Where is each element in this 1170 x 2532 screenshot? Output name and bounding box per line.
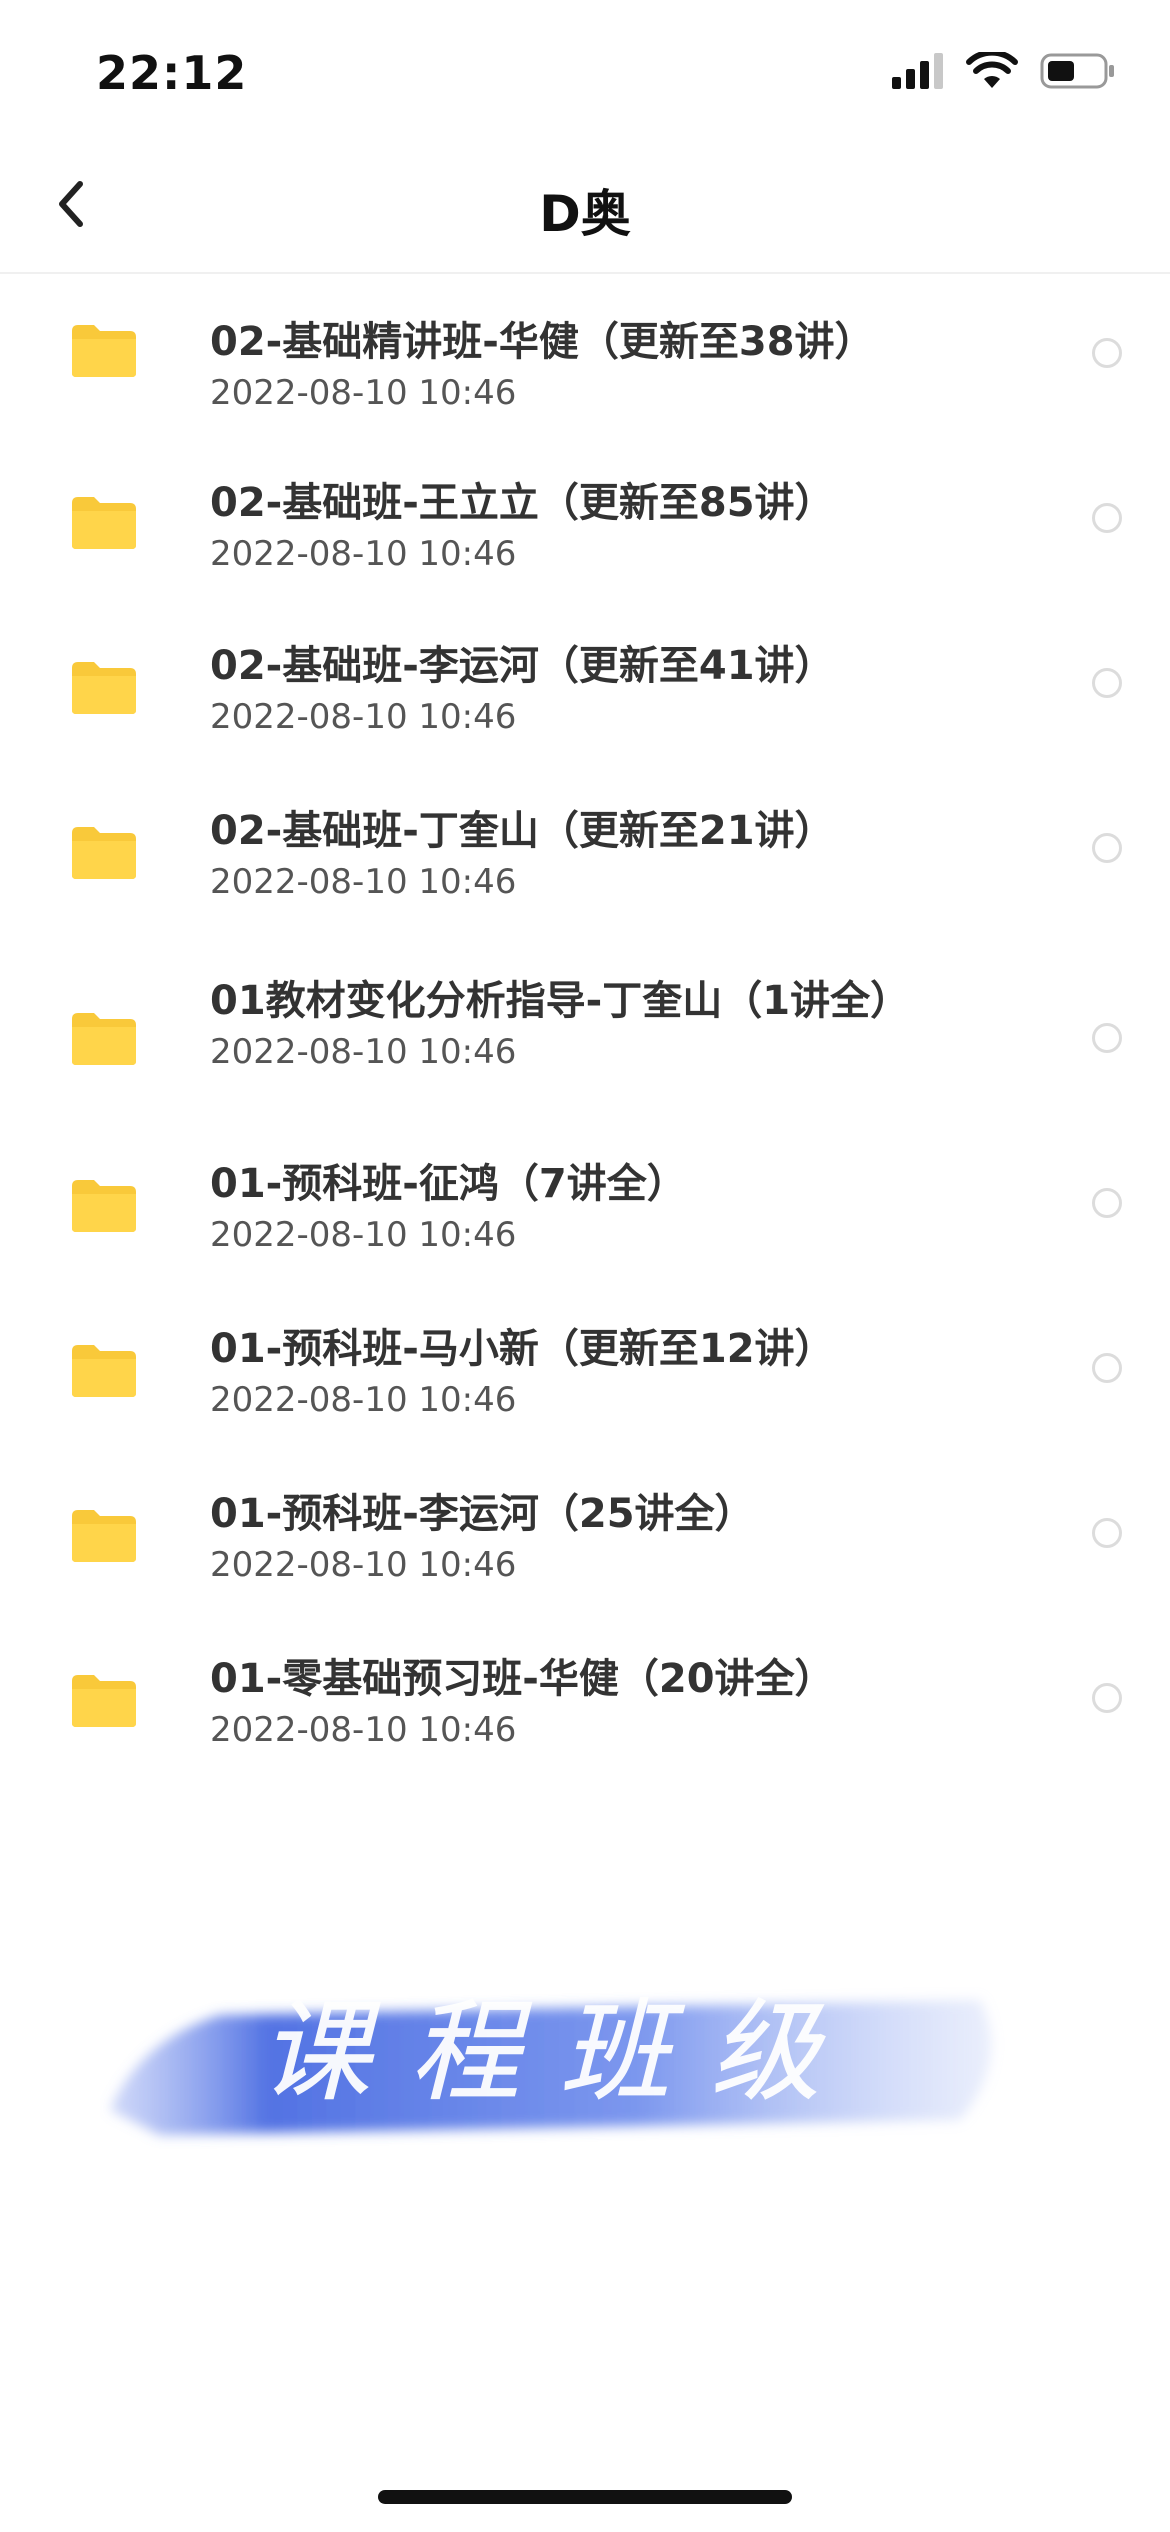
file-text: 01-零基础预习班-华健（20讲全） 2022-08-10 10:46: [210, 1653, 910, 1751]
status-icons: [892, 49, 1116, 94]
watermark: 课程班级: [100, 1960, 1020, 2160]
select-radio[interactable]: [1092, 1353, 1122, 1383]
wifi-icon: [966, 49, 1018, 94]
file-date: 2022-08-10 10:46: [210, 1710, 517, 1750]
folder-icon: [70, 1011, 138, 1067]
file-text: 02-基础精讲班-华健（更新至38讲） 2022-08-10 10:46: [210, 316, 910, 414]
select-radio[interactable]: [1092, 1188, 1122, 1218]
folder-icon: [70, 323, 138, 379]
list-item[interactable]: 02-基础精讲班-华健（更新至38讲） 2022-08-10 10:46: [0, 278, 1170, 453]
folder-icon: [70, 1343, 138, 1399]
file-text: 01-预科班-征鸿（7讲全） 2022-08-10 10:46: [210, 1158, 910, 1256]
file-name: 02-基础精讲班-华健（更新至38讲）: [210, 319, 875, 365]
file-date: 2022-08-10 10:46: [210, 1032, 517, 1072]
folder-icon: [70, 1178, 138, 1234]
folder-icon: [70, 825, 138, 881]
file-date: 2022-08-10 10:46: [210, 862, 517, 902]
select-radio[interactable]: [1092, 1023, 1122, 1053]
select-radio[interactable]: [1092, 833, 1122, 863]
nav-bar: D奥: [0, 140, 1170, 274]
status-time: 22:12: [96, 46, 248, 100]
select-radio[interactable]: [1092, 668, 1122, 698]
select-radio[interactable]: [1092, 1683, 1122, 1713]
select-radio[interactable]: [1092, 503, 1122, 533]
file-list: 02-基础精讲班-华健（更新至38讲） 2022-08-10 10:46 02-…: [0, 278, 1170, 1808]
watermark-text: 课程班级: [260, 1988, 860, 2116]
list-item[interactable]: 02-基础班-丁奎山（更新至21讲） 2022-08-10 10:46: [0, 783, 1170, 953]
file-name: 01教材变化分析指导-丁奎山（1讲全）: [210, 978, 911, 1024]
file-date: 2022-08-10 10:46: [210, 1545, 517, 1585]
folder-icon: [70, 660, 138, 716]
file-text: 02-基础班-王立立（更新至85讲） 2022-08-10 10:46: [210, 477, 910, 575]
file-date: 2022-08-10 10:46: [210, 697, 517, 737]
select-radio[interactable]: [1092, 338, 1122, 368]
file-date: 2022-08-10 10:46: [210, 1380, 517, 1420]
battery-icon: [1040, 52, 1116, 94]
list-item[interactable]: 01-预科班-李运河（25讲全） 2022-08-10 10:46: [0, 1478, 1170, 1643]
file-text: 02-基础班-李运河（更新至41讲） 2022-08-10 10:46: [210, 640, 910, 738]
file-name: 01-预科班-马小新（更新至12讲）: [210, 1326, 835, 1372]
home-indicator[interactable]: [378, 2490, 792, 2504]
file-name: 02-基础班-李运河（更新至41讲）: [210, 643, 835, 689]
file-date: 2022-08-10 10:46: [210, 373, 517, 413]
page-title: D奥: [539, 185, 631, 243]
select-radio[interactable]: [1092, 1518, 1122, 1548]
file-name: 02-基础班-丁奎山（更新至21讲）: [210, 808, 835, 854]
status-bar: 22:12: [0, 0, 1170, 140]
file-name: 01-预科班-征鸿（7讲全）: [210, 1161, 687, 1207]
signal-icon: [892, 53, 944, 93]
list-item[interactable]: 01-预科班-征鸿（7讲全） 2022-08-10 10:46: [0, 1148, 1170, 1313]
file-text: 01教材变化分析指导-丁奎山（1讲全） 2022-08-10 10:46: [210, 975, 910, 1073]
list-item[interactable]: 01-零基础预习班-华健（20讲全） 2022-08-10 10:46: [0, 1643, 1170, 1808]
list-item[interactable]: 01教材变化分析指导-丁奎山（1讲全） 2022-08-10 10:46: [0, 953, 1170, 1148]
list-item[interactable]: 02-基础班-王立立（更新至85讲） 2022-08-10 10:46: [0, 453, 1170, 618]
file-name: 01-预科班-李运河（25讲全）: [210, 1491, 755, 1537]
list-item[interactable]: 02-基础班-李运河（更新至41讲） 2022-08-10 10:46: [0, 618, 1170, 783]
file-text: 02-基础班-丁奎山（更新至21讲） 2022-08-10 10:46: [210, 805, 910, 903]
file-name: 01-零基础预习班-华健（20讲全）: [210, 1656, 835, 1702]
file-name: 02-基础班-王立立（更新至85讲）: [210, 480, 835, 526]
folder-icon: [70, 1673, 138, 1729]
file-date: 2022-08-10 10:46: [210, 1215, 517, 1255]
list-item[interactable]: 01-预科班-马小新（更新至12讲） 2022-08-10 10:46: [0, 1313, 1170, 1478]
file-text: 01-预科班-李运河（25讲全） 2022-08-10 10:46: [210, 1488, 910, 1586]
folder-icon: [70, 1508, 138, 1564]
file-date: 2022-08-10 10:46: [210, 534, 517, 574]
file-text: 01-预科班-马小新（更新至12讲） 2022-08-10 10:46: [210, 1323, 910, 1421]
folder-icon: [70, 495, 138, 551]
